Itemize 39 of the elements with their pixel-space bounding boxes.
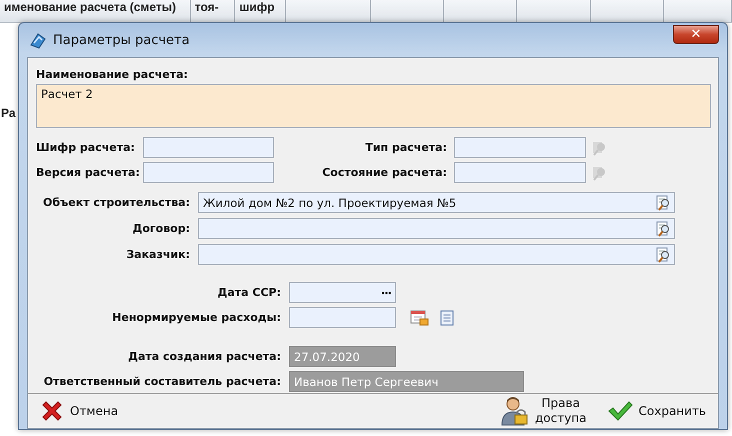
- background-text: Ра: [1, 106, 16, 120]
- lookup-icon: [656, 220, 672, 236]
- user-lock-icon: [500, 396, 529, 426]
- input-field[interactable]: Расчет 2: [36, 84, 711, 128]
- ellipsis-button[interactable]: ···: [380, 286, 391, 300]
- lookup-icon: [656, 194, 672, 210]
- field-value: Жилой дом №2 по ул. Проектируемая №5: [203, 196, 458, 210]
- cancel-button[interactable]: Отмена: [34, 397, 124, 425]
- field-label: Состояние расчета:: [321, 166, 447, 179]
- input-field[interactable]: [289, 307, 396, 328]
- field-label: Версия расчета:: [36, 166, 141, 179]
- field-label: Договор:: [132, 222, 190, 235]
- check-icon: [606, 400, 632, 422]
- save-button[interactable]: Сохранить: [600, 398, 712, 424]
- lookup-icon: [656, 246, 672, 262]
- input-field[interactable]: [198, 218, 675, 239]
- field-label: Заказчик:: [125, 248, 190, 261]
- field-label: Дата ССР:: [216, 286, 281, 299]
- field-label: Объект строительства:: [42, 196, 190, 209]
- calendar-icon[interactable]: [410, 308, 430, 326]
- field-label: Ненормируемые расходы:: [111, 311, 281, 324]
- input-field[interactable]: [143, 162, 274, 183]
- field-label: Шифр расчета:: [36, 141, 136, 154]
- input-field[interactable]: [143, 137, 274, 158]
- field-label: Наименование расчета:: [36, 68, 189, 81]
- close-button[interactable]: ✕: [673, 24, 719, 44]
- access-rights-button[interactable]: Права доступа: [494, 394, 592, 428]
- input-field[interactable]: ···: [289, 282, 396, 303]
- document-icon[interactable]: [440, 310, 454, 326]
- field-label: Дата создания расчета:: [127, 350, 281, 363]
- input-field[interactable]: [454, 137, 586, 158]
- input-field[interactable]: [454, 162, 586, 183]
- input-field[interactable]: Жилой дом №2 по ул. Проектируемая №5: [198, 192, 675, 213]
- field-label: Тип расчета:: [364, 141, 447, 154]
- window-title: Параметры расчета: [53, 32, 190, 48]
- input-field[interactable]: [198, 244, 675, 265]
- field-label: Ответственный составитель расчета:: [42, 375, 281, 388]
- x-icon: [40, 399, 64, 423]
- app-icon: [29, 31, 47, 49]
